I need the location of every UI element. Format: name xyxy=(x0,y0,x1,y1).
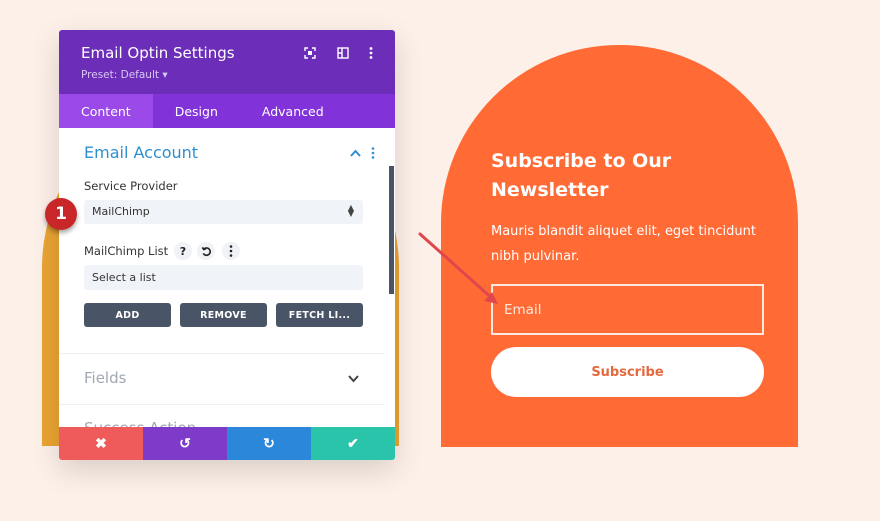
newsletter-title: Subscribe to Our Newsletter xyxy=(491,150,672,201)
check-icon: ✔ xyxy=(347,435,359,451)
service-provider-value: MailChimp xyxy=(92,205,150,218)
email-input[interactable] xyxy=(491,284,764,335)
focus-icon[interactable] xyxy=(302,45,318,61)
email-account-section-title[interactable]: Email Account xyxy=(84,143,198,162)
panel-title: Email Optin Settings xyxy=(81,44,235,62)
panel-footer: ✖ ↺ ↻ ✔ xyxy=(59,427,395,460)
chevron-up-icon[interactable] xyxy=(350,146,361,160)
service-provider-label: Service Provider xyxy=(84,179,178,193)
split-view-icon[interactable] xyxy=(335,45,351,61)
preset-dropdown[interactable]: Preset: Default ▾ xyxy=(81,69,168,81)
help-icon[interactable]: ? xyxy=(174,242,192,260)
panel-body: Email Account Service Provider MailChimp… xyxy=(59,128,395,437)
section-options-icon[interactable] xyxy=(371,144,377,159)
undo-button[interactable]: ↺ xyxy=(143,427,227,460)
tab-design[interactable]: Design xyxy=(153,94,240,128)
service-provider-select[interactable]: MailChimp ▲ ▼ xyxy=(84,200,363,224)
settings-panel: Email Optin Settings Preset: Default ▾ C… xyxy=(59,30,395,460)
undo-icon: ↺ xyxy=(179,435,191,451)
more-options-icon[interactable] xyxy=(363,45,379,61)
remove-button[interactable]: REMOVE xyxy=(180,303,267,327)
redo-icon: ↻ xyxy=(263,435,275,451)
add-button[interactable]: ADD xyxy=(84,303,171,327)
tab-content[interactable]: Content xyxy=(59,94,153,128)
cancel-button[interactable]: ✖ xyxy=(59,427,143,460)
mailchimp-list-select[interactable]: Select a list xyxy=(84,265,363,290)
chevron-down-icon[interactable] xyxy=(348,372,359,386)
panel-scrollbar[interactable] xyxy=(389,166,394,294)
field-options-icon[interactable] xyxy=(222,242,240,260)
annotation-arrow xyxy=(418,232,498,304)
select-arrows-icon: ▲ ▼ xyxy=(347,203,354,218)
reset-icon[interactable] xyxy=(197,242,215,260)
fetch-lists-button[interactable]: FETCH LI... xyxy=(276,303,363,327)
save-button[interactable]: ✔ xyxy=(311,427,395,460)
subscribe-button[interactable]: Subscribe xyxy=(491,347,764,397)
section-divider xyxy=(59,404,385,405)
newsletter-description: Mauris blandit aliquet elit, eget tincid… xyxy=(491,224,756,264)
redo-button[interactable]: ↻ xyxy=(227,427,311,460)
step-number-badge: 1 xyxy=(45,198,77,230)
panel-tabs: Content Design Advanced xyxy=(59,94,395,128)
panel-header: Email Optin Settings Preset: Default ▾ xyxy=(59,30,395,94)
close-icon: ✖ xyxy=(95,435,107,451)
fields-section-title[interactable]: Fields xyxy=(84,369,126,387)
mailchimp-list-label: MailChimp List xyxy=(84,244,169,258)
tab-advanced[interactable]: Advanced xyxy=(240,94,346,128)
section-divider xyxy=(59,353,385,354)
